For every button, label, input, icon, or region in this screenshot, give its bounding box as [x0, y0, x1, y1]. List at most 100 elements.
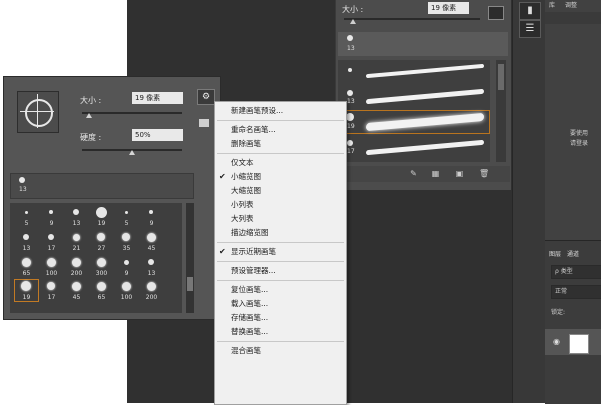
brush-preset[interactable]: 17	[39, 230, 64, 253]
brush-preset[interactable]: 13	[14, 230, 39, 253]
picker-size-slider[interactable]	[82, 112, 182, 114]
brush-tip-dot	[95, 206, 107, 218]
brush-size-number: 65	[22, 270, 31, 277]
sliders-dock-icon[interactable]: ☰	[519, 20, 541, 38]
brush-preset[interactable]: 45	[64, 279, 89, 302]
menu-item[interactable]: 预设管理器...	[215, 264, 346, 278]
brush-preset[interactable]: 5	[114, 205, 139, 228]
menu-item[interactable]: 新建画笔预设...	[215, 104, 346, 118]
menu-item[interactable]: 重命名画笔...	[215, 123, 346, 137]
tab-layers[interactable]: 图层	[549, 249, 561, 258]
brush-tip-dot	[124, 210, 128, 214]
brush-panel-toggle-icon[interactable]	[488, 6, 504, 20]
brush-size-slider[interactable]	[344, 18, 480, 20]
brush-preset[interactable]: 300	[89, 255, 114, 278]
menu-separator	[217, 261, 344, 262]
menu-item[interactable]: 删除画笔	[215, 137, 346, 151]
recent-brush-dot[interactable]	[347, 35, 353, 41]
blend-mode-select[interactable]: 正常	[551, 285, 601, 299]
brush-preset[interactable]: 65	[89, 279, 114, 302]
tab-channels[interactable]: 通道	[567, 249, 579, 258]
brush-tip-dot	[24, 210, 28, 214]
brush-size-number: 5	[124, 220, 129, 227]
brush-preset[interactable]: 45	[139, 230, 164, 253]
brush-preset[interactable]: 19	[89, 205, 114, 228]
brush-tip-dot	[71, 257, 81, 267]
gear-icon[interactable]: ⚙	[197, 89, 215, 105]
layer-row[interactable]: ◉	[545, 329, 601, 355]
brush-preset[interactable]: 5	[14, 205, 39, 228]
brush-size-number: 21	[72, 245, 81, 252]
menu-item[interactable]: 载入画笔...	[215, 297, 346, 311]
brush-size-slider-knob[interactable]	[350, 19, 356, 24]
brush-row[interactable]: 13	[338, 85, 490, 109]
brush-preset[interactable]: 65	[14, 255, 39, 278]
brush-size-number: 9	[124, 270, 129, 277]
brush-row[interactable]: 17	[338, 135, 490, 159]
menu-item[interactable]: ✔ 小缩览图	[215, 170, 346, 184]
brush-size-number: 200	[70, 270, 83, 277]
menu-item[interactable]: 存储画笔...	[215, 311, 346, 325]
brush-size-number: 19	[97, 220, 106, 227]
brush-tool-icon[interactable]: ✎	[409, 169, 418, 178]
brush-tip-dot	[146, 232, 156, 242]
brush-preset[interactable]: 200	[64, 255, 89, 278]
preset-grid-scrollbar[interactable]	[186, 203, 194, 313]
new-preset-icon[interactable]: ▣	[455, 169, 464, 178]
brush-dock-icon[interactable]: ▮	[519, 2, 541, 20]
brush-preset[interactable]: 13	[139, 255, 164, 278]
menu-item[interactable]: 描边缩览图	[215, 226, 346, 240]
lock-label: 锁定:	[551, 309, 566, 316]
brush-row[interactable]	[338, 60, 490, 84]
libraries-search[interactable]	[545, 12, 601, 24]
menu-item[interactable]: 替换画笔...	[215, 325, 346, 339]
recent-brush-dot[interactable]	[19, 177, 25, 183]
brush-tip-dot	[123, 259, 129, 265]
brush-preset[interactable]: 35	[114, 230, 139, 253]
eye-icon[interactable]: ◉	[553, 337, 560, 346]
checkmark-icon: ✔	[219, 247, 226, 256]
menu-item-label: 小缩览图	[231, 172, 261, 181]
brush-preset[interactable]: 13	[64, 205, 89, 228]
picker-size-slider-knob[interactable]	[86, 113, 92, 118]
brush-preset[interactable]: 200	[139, 279, 164, 302]
brush-preset[interactable]: 100	[39, 255, 64, 278]
trash-icon[interactable]: 🗑	[479, 169, 489, 178]
brush-size-number: 45	[147, 245, 156, 252]
brush-preset[interactable]: 9	[114, 255, 139, 278]
menu-item[interactable]: ✔ 显示近期画笔	[215, 245, 346, 259]
grid-icon[interactable]: ▦	[431, 169, 440, 178]
brush-row-selected[interactable]: 19	[338, 110, 490, 134]
menu-item[interactable]: 大缩览图	[215, 184, 346, 198]
brush-size-label: 大小 :	[342, 5, 364, 14]
menu-item[interactable]: 小列表	[215, 198, 346, 212]
tab-adjustments[interactable]: 调整	[565, 0, 577, 10]
brush-preset[interactable]: 21	[64, 230, 89, 253]
brush-stroke-preview	[366, 88, 484, 105]
brush-preset[interactable]: 9	[39, 205, 64, 228]
brush-angle-preview[interactable]	[17, 91, 59, 133]
layer-filter-field[interactable]: ρ 类型	[551, 265, 601, 279]
menu-item-label: 复位画笔...	[231, 285, 269, 294]
brush-preset[interactable]: 27	[89, 230, 114, 253]
picker-hardness-slider-knob[interactable]	[129, 150, 135, 155]
brush-preset[interactable]: 17	[39, 279, 64, 302]
menu-item-label: 描边缩览图	[231, 228, 269, 237]
tab-libraries[interactable]: 库	[549, 0, 555, 10]
brush-preset[interactable]: 9	[139, 205, 164, 228]
menu-item[interactable]: 大列表	[215, 212, 346, 226]
new-preset-icon[interactable]	[199, 119, 209, 127]
menu-item[interactable]: 仅文本	[215, 156, 346, 170]
brush-preset[interactable]: 100	[114, 279, 139, 302]
brush-preset-selected[interactable]: 19	[14, 279, 39, 302]
brush-tip-dot	[73, 209, 79, 215]
brush-tip-dot	[23, 234, 29, 240]
brush-panel-footer: ✎ ▦ ▣ 🗑	[335, 166, 510, 182]
preset-grid-scroll-thumb[interactable]	[187, 277, 193, 291]
menu-item[interactable]: 混合画笔	[215, 344, 346, 358]
brush-list-scroll-thumb[interactable]	[498, 64, 504, 90]
brush-size-field[interactable]: 19 像素	[428, 2, 469, 14]
picker-size-field[interactable]: 19 像素	[132, 92, 183, 104]
picker-hardness-field[interactable]: 50%	[132, 129, 183, 141]
menu-item[interactable]: 复位画笔...	[215, 283, 346, 297]
